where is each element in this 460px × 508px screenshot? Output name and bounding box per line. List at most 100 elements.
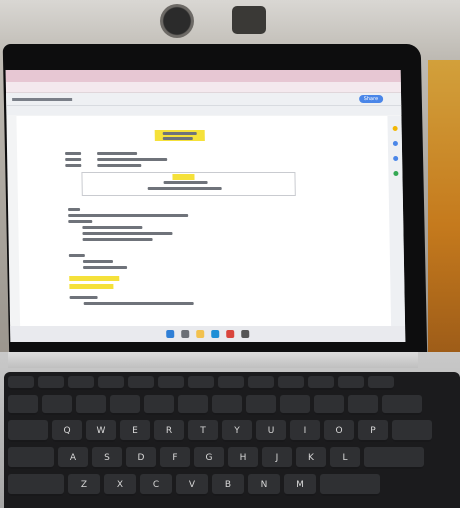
key-t[interactable]: T bbox=[188, 420, 218, 442]
file-explorer-icon[interactable] bbox=[196, 330, 205, 338]
key[interactable] bbox=[308, 376, 334, 390]
key-g[interactable]: G bbox=[194, 447, 224, 469]
doc-menubar bbox=[6, 106, 402, 115]
taskbar bbox=[10, 326, 406, 342]
text-line bbox=[68, 214, 189, 217]
edge-browser-icon[interactable] bbox=[211, 330, 220, 338]
caps-lock-key[interactable] bbox=[8, 447, 54, 469]
key[interactable] bbox=[338, 376, 364, 390]
text-line bbox=[68, 208, 81, 211]
key[interactable] bbox=[144, 395, 174, 415]
text-line bbox=[68, 220, 93, 223]
keep-icon[interactable] bbox=[392, 141, 398, 146]
keyboard-row-qwerty: Q W E R T Y U I O P bbox=[8, 420, 458, 442]
highlighted-text bbox=[69, 284, 114, 289]
browser-tab-bar bbox=[5, 70, 401, 82]
highlighted-text bbox=[172, 174, 195, 180]
text-line bbox=[65, 158, 82, 161]
key-e[interactable]: E bbox=[120, 420, 150, 442]
doc-title-placeholder bbox=[12, 97, 73, 101]
key-v[interactable]: V bbox=[176, 474, 208, 496]
contacts-icon[interactable] bbox=[392, 171, 398, 176]
photo-scene: Share Q W E R T Y U I O P A S D F G H J … bbox=[0, 0, 460, 508]
key-i[interactable]: I bbox=[290, 420, 320, 442]
key[interactable] bbox=[280, 395, 310, 415]
key[interactable] bbox=[42, 395, 72, 415]
key[interactable] bbox=[368, 376, 394, 390]
key-h[interactable]: H bbox=[228, 447, 258, 469]
settings-icon[interactable] bbox=[241, 330, 250, 338]
key-d[interactable]: D bbox=[126, 447, 156, 469]
key-r[interactable]: R bbox=[154, 420, 184, 442]
share-button[interactable]: Share bbox=[358, 95, 384, 103]
key[interactable] bbox=[76, 395, 106, 415]
key-c[interactable]: C bbox=[140, 474, 172, 496]
key-q[interactable]: Q bbox=[52, 420, 82, 442]
keyboard-row-home: A S D F G H J K L bbox=[8, 447, 458, 469]
key-b[interactable]: B bbox=[212, 474, 244, 496]
text-line bbox=[147, 187, 222, 190]
key[interactable] bbox=[212, 395, 242, 415]
search-icon[interactable] bbox=[181, 330, 190, 338]
text-line bbox=[83, 266, 128, 269]
windows-start-icon[interactable] bbox=[166, 330, 175, 338]
key-m[interactable]: M bbox=[284, 474, 316, 496]
text-line bbox=[68, 254, 85, 257]
background-objects bbox=[428, 60, 460, 360]
key[interactable] bbox=[348, 395, 378, 415]
key[interactable] bbox=[8, 376, 34, 390]
key[interactable] bbox=[128, 376, 154, 390]
key-l[interactable]: L bbox=[330, 447, 360, 469]
tab-key[interactable] bbox=[8, 420, 48, 442]
key-x[interactable]: X bbox=[104, 474, 136, 496]
key-z[interactable]: Z bbox=[68, 474, 100, 496]
text-line bbox=[82, 226, 143, 229]
text-line bbox=[82, 232, 173, 235]
key[interactable] bbox=[110, 395, 140, 415]
text-line bbox=[82, 238, 153, 241]
key-y[interactable]: Y bbox=[222, 420, 252, 442]
key[interactable] bbox=[158, 376, 184, 390]
key-n[interactable]: N bbox=[248, 474, 280, 496]
text-line bbox=[65, 164, 82, 167]
key-a[interactable]: A bbox=[58, 447, 88, 469]
tasks-icon[interactable] bbox=[392, 156, 398, 161]
keyboard-row-bottom: Z X C V B N M bbox=[8, 474, 458, 496]
key[interactable] bbox=[320, 474, 380, 496]
wall-outlet-icon bbox=[160, 4, 194, 38]
text-line bbox=[69, 296, 98, 299]
key-u[interactable]: U bbox=[256, 420, 286, 442]
key[interactable] bbox=[8, 395, 38, 415]
key-w[interactable]: W bbox=[86, 420, 116, 442]
key[interactable] bbox=[392, 420, 432, 442]
key[interactable] bbox=[38, 376, 64, 390]
text-line bbox=[162, 137, 193, 140]
browser-address-bar bbox=[5, 82, 402, 93]
text-line bbox=[65, 152, 82, 155]
key-k[interactable]: K bbox=[296, 447, 326, 469]
key-j[interactable]: J bbox=[262, 447, 292, 469]
key[interactable] bbox=[68, 376, 94, 390]
keyboard-row-function bbox=[8, 376, 458, 390]
key[interactable] bbox=[278, 376, 304, 390]
text-line bbox=[163, 181, 208, 184]
key-s[interactable]: S bbox=[92, 447, 122, 469]
key[interactable] bbox=[98, 376, 124, 390]
keyboard: Q W E R T Y U I O P A S D F G H J K L Z … bbox=[8, 376, 458, 501]
key-o[interactable]: O bbox=[324, 420, 354, 442]
key[interactable] bbox=[188, 376, 214, 390]
key[interactable] bbox=[246, 395, 276, 415]
text-line bbox=[162, 132, 197, 135]
key[interactable] bbox=[218, 376, 244, 390]
key[interactable] bbox=[248, 376, 274, 390]
shift-key[interactable] bbox=[8, 474, 64, 496]
calendar-icon[interactable] bbox=[392, 126, 398, 131]
text-line bbox=[82, 260, 113, 263]
key-p[interactable]: P bbox=[358, 420, 388, 442]
key-f[interactable]: F bbox=[160, 447, 190, 469]
key[interactable] bbox=[364, 447, 424, 469]
key[interactable] bbox=[178, 395, 208, 415]
key[interactable] bbox=[382, 395, 422, 415]
chrome-browser-icon[interactable] bbox=[226, 330, 235, 338]
key[interactable] bbox=[314, 395, 344, 415]
